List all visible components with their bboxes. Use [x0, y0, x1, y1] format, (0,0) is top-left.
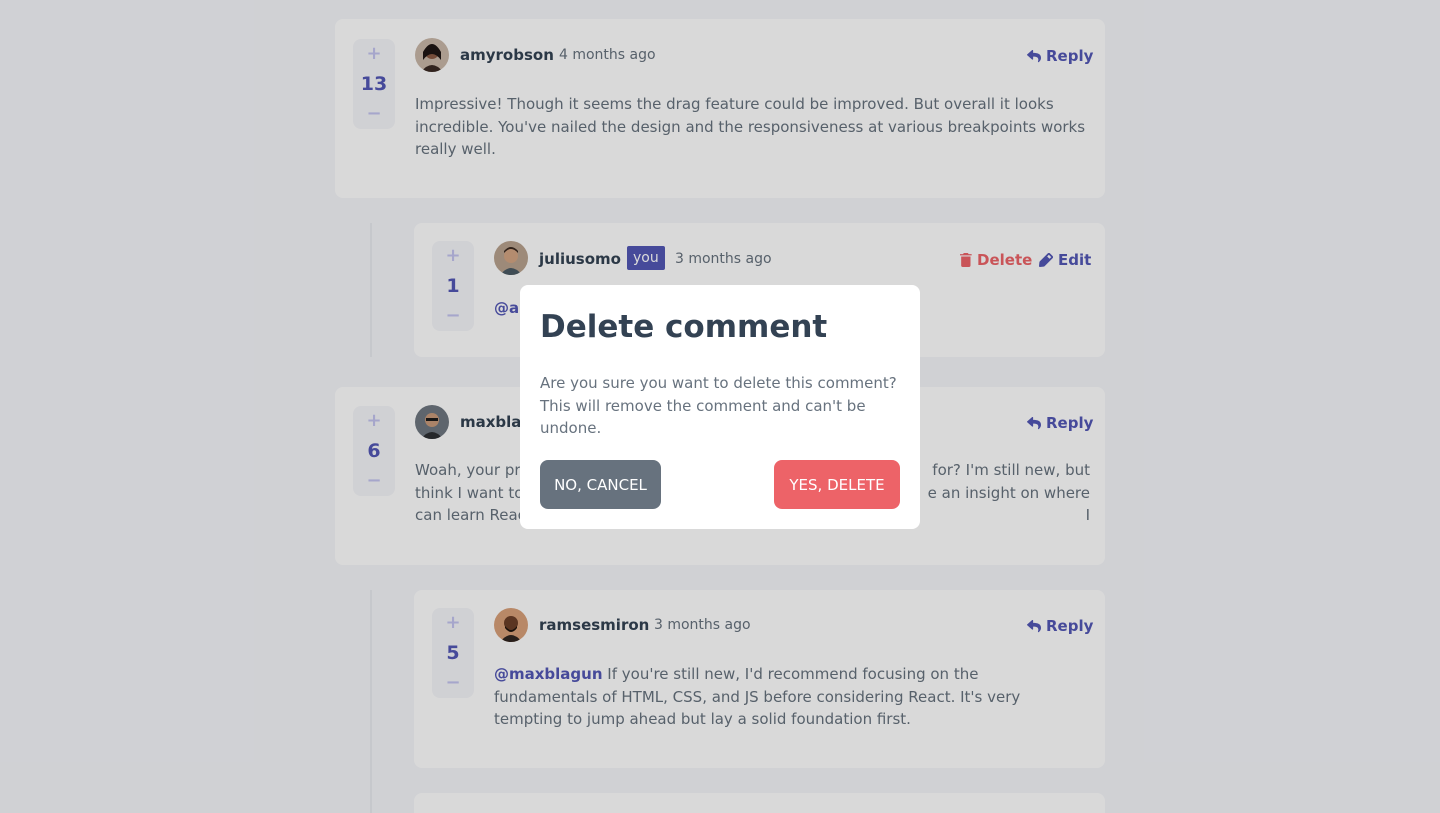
- modal-title: Delete comment: [540, 309, 828, 345]
- cancel-button[interactable]: NO, CANCEL: [540, 460, 661, 509]
- modal-body: Are you sure you want to delete this com…: [540, 374, 897, 437]
- confirm-delete-button[interactable]: YES, DELETE: [774, 460, 900, 509]
- delete-comment-modal: Delete comment Are you sure you want to …: [520, 285, 920, 529]
- comments-page: + 13 − amyrobson 4 months ago Reply Impr…: [0, 0, 1440, 813]
